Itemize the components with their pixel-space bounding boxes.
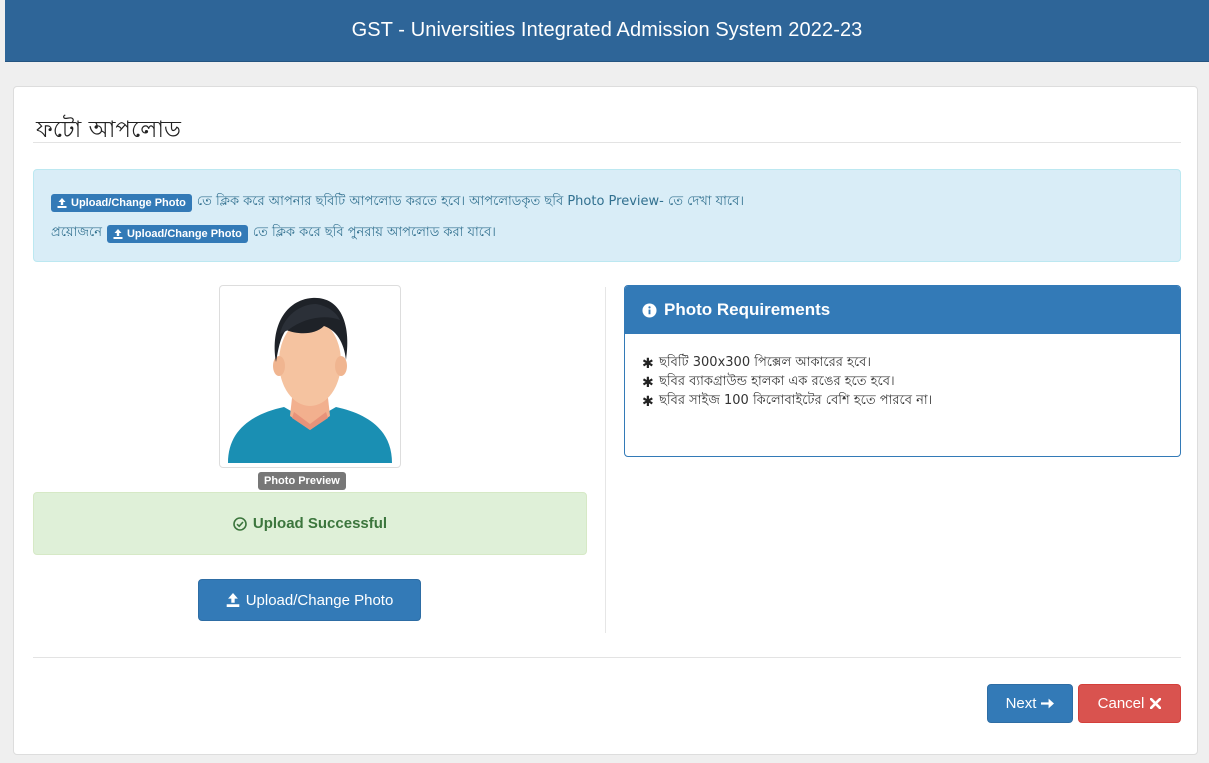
next-button[interactable]: Next [987, 684, 1073, 723]
upload-status-alert: Upload Successful [33, 492, 587, 555]
instruction-line-1: Upload/Change Photo তে ক্লিক করে আপনার ছ… [51, 192, 744, 213]
upload-icon [226, 593, 239, 607]
instruction-text-1: তে ক্লিক করে আপনার ছবিটি আপলোড করতে হবে।… [196, 194, 745, 209]
app-title: GST - Universities Integrated Admission … [351, 19, 863, 41]
next-button-label: Next [1005, 695, 1037, 712]
requirements-header: Photo Requirements [625, 286, 1180, 334]
title-divider [33, 142, 1181, 143]
asterisk-icon: ✱ [642, 374, 654, 391]
info-icon [642, 302, 657, 318]
cancel-button-label: Cancel [1097, 695, 1145, 712]
upload-change-photo-label: Upload/Change Photo [245, 591, 394, 609]
requirement-item: ✱ ছবিটি 300x300 পিক্সেল আকারের হবে। [642, 354, 1163, 373]
app-header: GST - Universities Integrated Admission … [5, 0, 1209, 62]
close-icon [1150, 698, 1162, 709]
check-circle-icon [233, 516, 247, 531]
cancel-button[interactable]: Cancel [1078, 684, 1181, 723]
instruction-prefix-2: প্রয়োজনে [51, 225, 102, 240]
inline-upload-badge: Upload/Change Photo [106, 224, 248, 243]
avatar-placeholder-image [228, 297, 392, 463]
arrow-right-icon [1041, 698, 1055, 709]
upload-icon [57, 197, 67, 208]
requirement-item: ✱ ছবির সাইজ 100 কিলোবাইটের বেশি হতে পারব… [642, 392, 1163, 411]
asterisk-icon: ✱ [642, 355, 654, 372]
requirements-title: Photo Requirements [664, 300, 831, 319]
instruction-text-2: তে ক্লিক করে ছবি পুনরায় আপলোড করা যাবে। [252, 225, 496, 240]
upload-icon [113, 228, 123, 239]
photo-preview-label: Photo Preview [258, 472, 346, 490]
photo-upload-card: ফটো আপলোড Upload/Change Photo তে ক্লিক ক… [13, 86, 1198, 755]
inline-upload-badge: Upload/Change Photo [51, 193, 192, 212]
upload-change-photo-button[interactable]: Upload/Change Photo [198, 579, 421, 621]
asterisk-icon: ✱ [642, 393, 654, 410]
photo-requirements-panel: Photo Requirements ✱ ছবিটি 300x300 পিক্স… [624, 285, 1181, 457]
instruction-line-2: প্রয়োজনে Upload/Change Photo তে ক্লিক ক… [51, 223, 496, 244]
inline-upload-badge-label: Upload/Change Photo [71, 196, 186, 209]
instructions-alert: Upload/Change Photo তে ক্লিক করে আপনার ছ… [33, 169, 1181, 262]
footer-divider [33, 657, 1181, 658]
requirement-text: ছবির সাইজ 100 কিলোবাইটের বেশি হতে পারবে … [659, 393, 933, 408]
inline-upload-badge-label: Upload/Change Photo [126, 227, 242, 240]
page-title: ফটো আপলোড [36, 117, 181, 143]
requirement-text: ছবিটি 300x300 পিক্সেল আকারের হবে। [659, 355, 871, 370]
requirements-list: ✱ ছবিটি 300x300 পিক্সেল আকারের হবে। ✱ ছব… [625, 334, 1180, 431]
upload-status-text: Upload Successful [252, 515, 388, 532]
column-divider [605, 287, 606, 633]
requirement-item: ✱ ছবির ব্যাকগ্রাউন্ড হালকা এক রঙের হতে হ… [642, 373, 1163, 392]
requirement-text: ছবির ব্যাকগ্রাউন্ড হালকা এক রঙের হতে হবে… [659, 374, 895, 389]
photo-preview-frame [219, 285, 401, 468]
